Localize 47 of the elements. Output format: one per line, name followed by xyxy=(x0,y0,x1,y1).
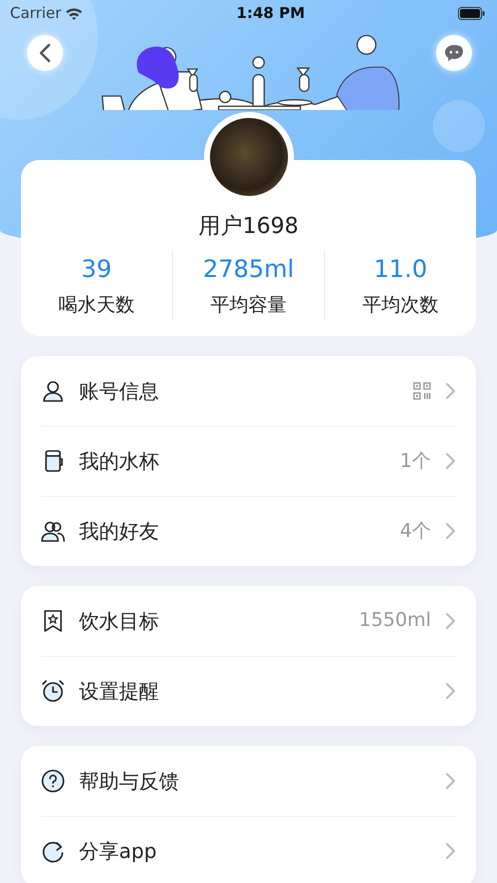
chevron-right-icon xyxy=(445,682,456,700)
chat-bubble-icon xyxy=(444,44,464,62)
back-button[interactable] xyxy=(27,35,63,71)
chevron-right-icon xyxy=(445,842,456,860)
chat-button[interactable] xyxy=(436,35,472,71)
stat-label: 平均次数 xyxy=(362,293,440,318)
menu-item[interactable]: 帮助与反馈 xyxy=(41,746,456,816)
menu-item[interactable]: 账号信息 xyxy=(41,356,456,426)
help-icon xyxy=(41,768,65,792)
stat-label: 喝水天数 xyxy=(58,293,136,318)
chevron-right-icon xyxy=(445,382,456,400)
menu-item[interactable]: 我的好友 4个 xyxy=(41,496,456,566)
menu-item[interactable]: 分享app xyxy=(41,816,456,883)
menu-item-label: 分享app xyxy=(79,838,158,865)
wifi-icon xyxy=(65,6,84,20)
menu-item-label: 饮水目标 xyxy=(79,608,160,634)
menu-item-label: 我的水杯 xyxy=(79,448,160,475)
stat-label: 平均容量 xyxy=(210,293,288,318)
back-icon xyxy=(38,43,52,63)
qr-code-icon xyxy=(413,382,431,400)
menu-item-value: 1个 xyxy=(400,448,431,474)
status-time: 1:48 PM xyxy=(236,2,305,24)
username: 用户1698 xyxy=(198,213,300,241)
battery-icon xyxy=(458,6,485,20)
stat-value: 11.0 xyxy=(372,254,428,285)
menu-item-label: 账号信息 xyxy=(79,378,160,404)
carrier-name: Carrier xyxy=(10,2,62,24)
menu-item[interactable]: 饮水目标 1550ml xyxy=(41,586,456,656)
people-icon xyxy=(41,519,65,543)
alarm-clock-icon xyxy=(41,679,65,703)
bookmark-star-icon xyxy=(41,608,65,632)
chevron-right-icon xyxy=(445,612,456,630)
person-icon xyxy=(41,378,65,402)
menu-item-label: 设置提醒 xyxy=(79,678,160,705)
chevron-right-icon xyxy=(445,772,456,790)
chevron-right-icon xyxy=(445,522,456,540)
menu-item[interactable]: 设置提醒 xyxy=(41,656,456,726)
stat-value: 39 xyxy=(80,254,113,285)
decorative-circle xyxy=(433,100,485,152)
chevron-right-icon xyxy=(445,452,456,470)
stat-value: 2785ml xyxy=(202,254,296,285)
menu-item[interactable]: 我的水杯 1个 xyxy=(41,426,456,496)
menu-item-label: 帮助与反馈 xyxy=(79,768,180,794)
menu-item-value: 4个 xyxy=(400,518,431,544)
share-icon xyxy=(41,839,65,863)
menu-item-value: 1550ml xyxy=(358,608,431,634)
menu-item-label: 我的好友 xyxy=(79,518,160,545)
